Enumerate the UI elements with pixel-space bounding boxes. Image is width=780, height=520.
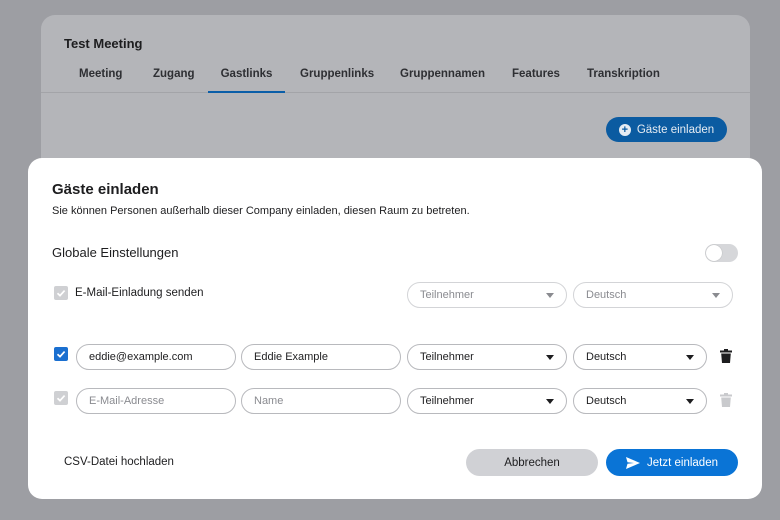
- trash-icon[interactable]: [720, 349, 732, 363]
- chevron-down-icon: [712, 293, 720, 298]
- csv-upload-link[interactable]: CSV-Datei hochladen: [64, 456, 174, 468]
- tab-gruppenlinks[interactable]: Gruppenlinks: [300, 68, 374, 80]
- chevron-down-icon: [546, 293, 554, 298]
- invite-guests-button-label: Gäste einladen: [636, 123, 715, 136]
- guest-2-name-input[interactable]: Name: [241, 388, 401, 414]
- send-icon: [626, 456, 641, 469]
- guest-2-checkbox[interactable]: [54, 391, 68, 405]
- chevron-down-icon: [546, 355, 554, 360]
- global-settings-toggle[interactable]: [705, 244, 738, 262]
- global-role-select[interactable]: Teilnehmer: [407, 282, 567, 308]
- checkmark-icon: [56, 351, 66, 358]
- plus-circle-icon: +: [618, 123, 631, 136]
- chevron-down-icon: [686, 399, 694, 404]
- guest-1-role-value: Teilnehmer: [420, 351, 474, 363]
- chevron-down-icon: [686, 355, 694, 360]
- global-language-value: Deutsch: [586, 289, 627, 301]
- guest-2-language-select[interactable]: Deutsch: [573, 388, 707, 414]
- guest-1-email-input[interactable]: eddie@example.com: [76, 344, 236, 370]
- guest-2-role-value: Teilnehmer: [420, 395, 474, 407]
- guest-1-language-select[interactable]: Deutsch: [573, 344, 707, 370]
- cancel-button[interactable]: Abbrechen: [466, 449, 598, 476]
- invite-now-button-label: Jetzt einladen: [647, 456, 718, 469]
- checkmark-icon: [56, 290, 66, 297]
- global-role-value: Teilnehmer: [420, 289, 474, 301]
- dialog-description: Sie können Personen außerhalb dieser Com…: [52, 205, 470, 217]
- global-settings-label: Globale Einstellungen: [52, 245, 179, 260]
- invite-guests-button[interactable]: + Gäste einladen: [606, 117, 727, 142]
- toggle-knob: [706, 245, 722, 261]
- settings-tabs: Meeting Zugang Gastlinks Gruppenlinks Gr…: [41, 67, 750, 93]
- tab-gastlinks[interactable]: Gastlinks: [208, 68, 285, 93]
- guest-1-name-value: Eddie Example: [254, 351, 328, 363]
- guest-1-role-select[interactable]: Teilnehmer: [407, 344, 567, 370]
- tab-transkription[interactable]: Transkription: [587, 68, 660, 80]
- guest-1-name-input[interactable]: Eddie Example: [241, 344, 401, 370]
- tab-zugang[interactable]: Zugang: [153, 68, 195, 80]
- guest-1-language-value: Deutsch: [586, 351, 627, 363]
- dialog-title: Gäste einladen: [52, 181, 159, 198]
- tab-gruppennamen[interactable]: Gruppennamen: [400, 68, 485, 80]
- chevron-down-icon: [546, 399, 554, 404]
- guest-2-email-input[interactable]: E-Mail-Adresse: [76, 388, 236, 414]
- meeting-title: Test Meeting: [64, 36, 143, 51]
- guest-2-role-select[interactable]: Teilnehmer: [407, 388, 567, 414]
- guest-2-name-placeholder: Name: [254, 395, 284, 407]
- send-email-checkbox[interactable]: [54, 286, 68, 300]
- checkmark-icon: [56, 395, 66, 402]
- guest-2-language-value: Deutsch: [586, 395, 627, 407]
- guest-2-email-placeholder: E-Mail-Adresse: [89, 395, 165, 407]
- guest-1-checkbox[interactable]: [54, 347, 68, 361]
- invite-now-button[interactable]: Jetzt einladen: [606, 449, 738, 476]
- trash-icon[interactable]: [720, 393, 732, 407]
- global-language-select[interactable]: Deutsch: [573, 282, 733, 308]
- send-email-label: E-Mail-Einladung senden: [75, 287, 204, 299]
- guest-1-email-value: eddie@example.com: [89, 351, 193, 363]
- invite-guests-dialog: Gäste einladen Sie können Personen außer…: [28, 158, 762, 499]
- tab-meeting[interactable]: Meeting: [79, 68, 122, 80]
- tab-features[interactable]: Features: [512, 68, 560, 80]
